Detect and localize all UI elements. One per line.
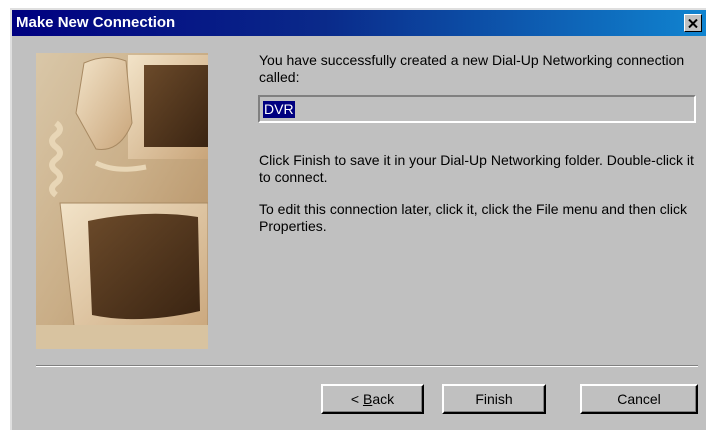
computer-illustration <box>36 53 208 349</box>
title-bar[interactable]: Make New Connection <box>12 10 706 36</box>
make-new-connection-dialog: Make New Connection You have successfull… <box>10 8 706 430</box>
cancel-button[interactable]: Cancel <box>580 384 698 414</box>
separator <box>36 365 698 367</box>
finish-instructions: Click Finish to save it in your Dial-Up … <box>259 152 694 185</box>
window-title: Make New Connection <box>16 14 176 31</box>
close-button[interactable] <box>684 14 702 32</box>
success-message: You have successfully created a new Dial… <box>259 52 685 85</box>
edit-instructions: To edit this connection later, click it,… <box>259 201 687 234</box>
back-label-mnemonic: B <box>362 391 373 407</box>
close-icon <box>688 18 698 28</box>
back-button[interactable]: < Back <box>321 384 424 414</box>
back-label-rest: ack <box>372 391 395 407</box>
connection-name-value[interactable]: DVR <box>263 101 295 118</box>
connection-name-field[interactable]: DVR <box>258 95 696 123</box>
computer-monitors-icon <box>36 53 208 349</box>
finish-button[interactable]: Finish <box>442 384 546 414</box>
back-label-prefix: < <box>350 391 363 407</box>
